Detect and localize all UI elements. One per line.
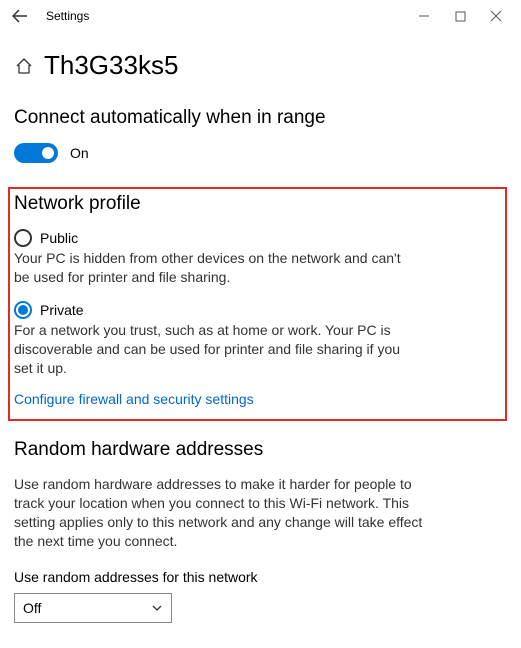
network-profile-highlight: Network profile Public Your PC is hidden… [8,187,507,421]
back-arrow-icon [12,8,28,24]
random-hw-select[interactable]: Off [14,593,172,623]
titlebar: Settings [0,0,521,32]
connect-auto-toggle[interactable] [14,143,58,163]
page-title: Th3G33ks5 [44,50,178,81]
minimize-button[interactable] [415,7,433,25]
window-buttons [415,7,515,25]
profile-private-radio-row[interactable]: Private [14,301,497,319]
radio-public[interactable] [14,229,32,247]
profile-private-desc: For a network you trust, such as at home… [14,321,414,378]
maximize-button[interactable] [451,7,469,25]
connect-auto-toggle-label: On [70,145,89,161]
window-title: Settings [46,9,89,23]
network-profile-title: Network profile [14,193,497,215]
content-area: Th3G33ks5 Connect automatically when in … [0,32,521,637]
firewall-settings-link[interactable]: Configure firewall and security settings [14,391,497,407]
close-button[interactable] [487,7,505,25]
maximize-icon [455,11,466,22]
random-hw-select-label: Use random addresses for this network [14,569,507,585]
back-button[interactable] [6,2,34,30]
random-hw-select-value: Off [23,600,41,616]
random-hw-title: Random hardware addresses [14,439,507,461]
home-icon [15,57,33,75]
chevron-down-icon [151,602,163,614]
minimize-icon [418,10,430,22]
random-hw-desc: Use random hardware addresses to make it… [14,475,434,551]
connect-auto-toggle-row: On [14,143,507,163]
profile-public-desc: Your PC is hidden from other devices on … [14,249,414,287]
radio-private[interactable] [14,301,32,319]
profile-private-label: Private [40,302,84,318]
toggle-knob [42,147,54,159]
profile-public-radio-row[interactable]: Public [14,229,497,247]
page-header: Th3G33ks5 [14,50,507,81]
connect-auto-title: Connect automatically when in range [14,107,507,129]
home-button[interactable] [14,56,34,76]
profile-public-label: Public [40,230,78,246]
close-icon [490,10,502,22]
